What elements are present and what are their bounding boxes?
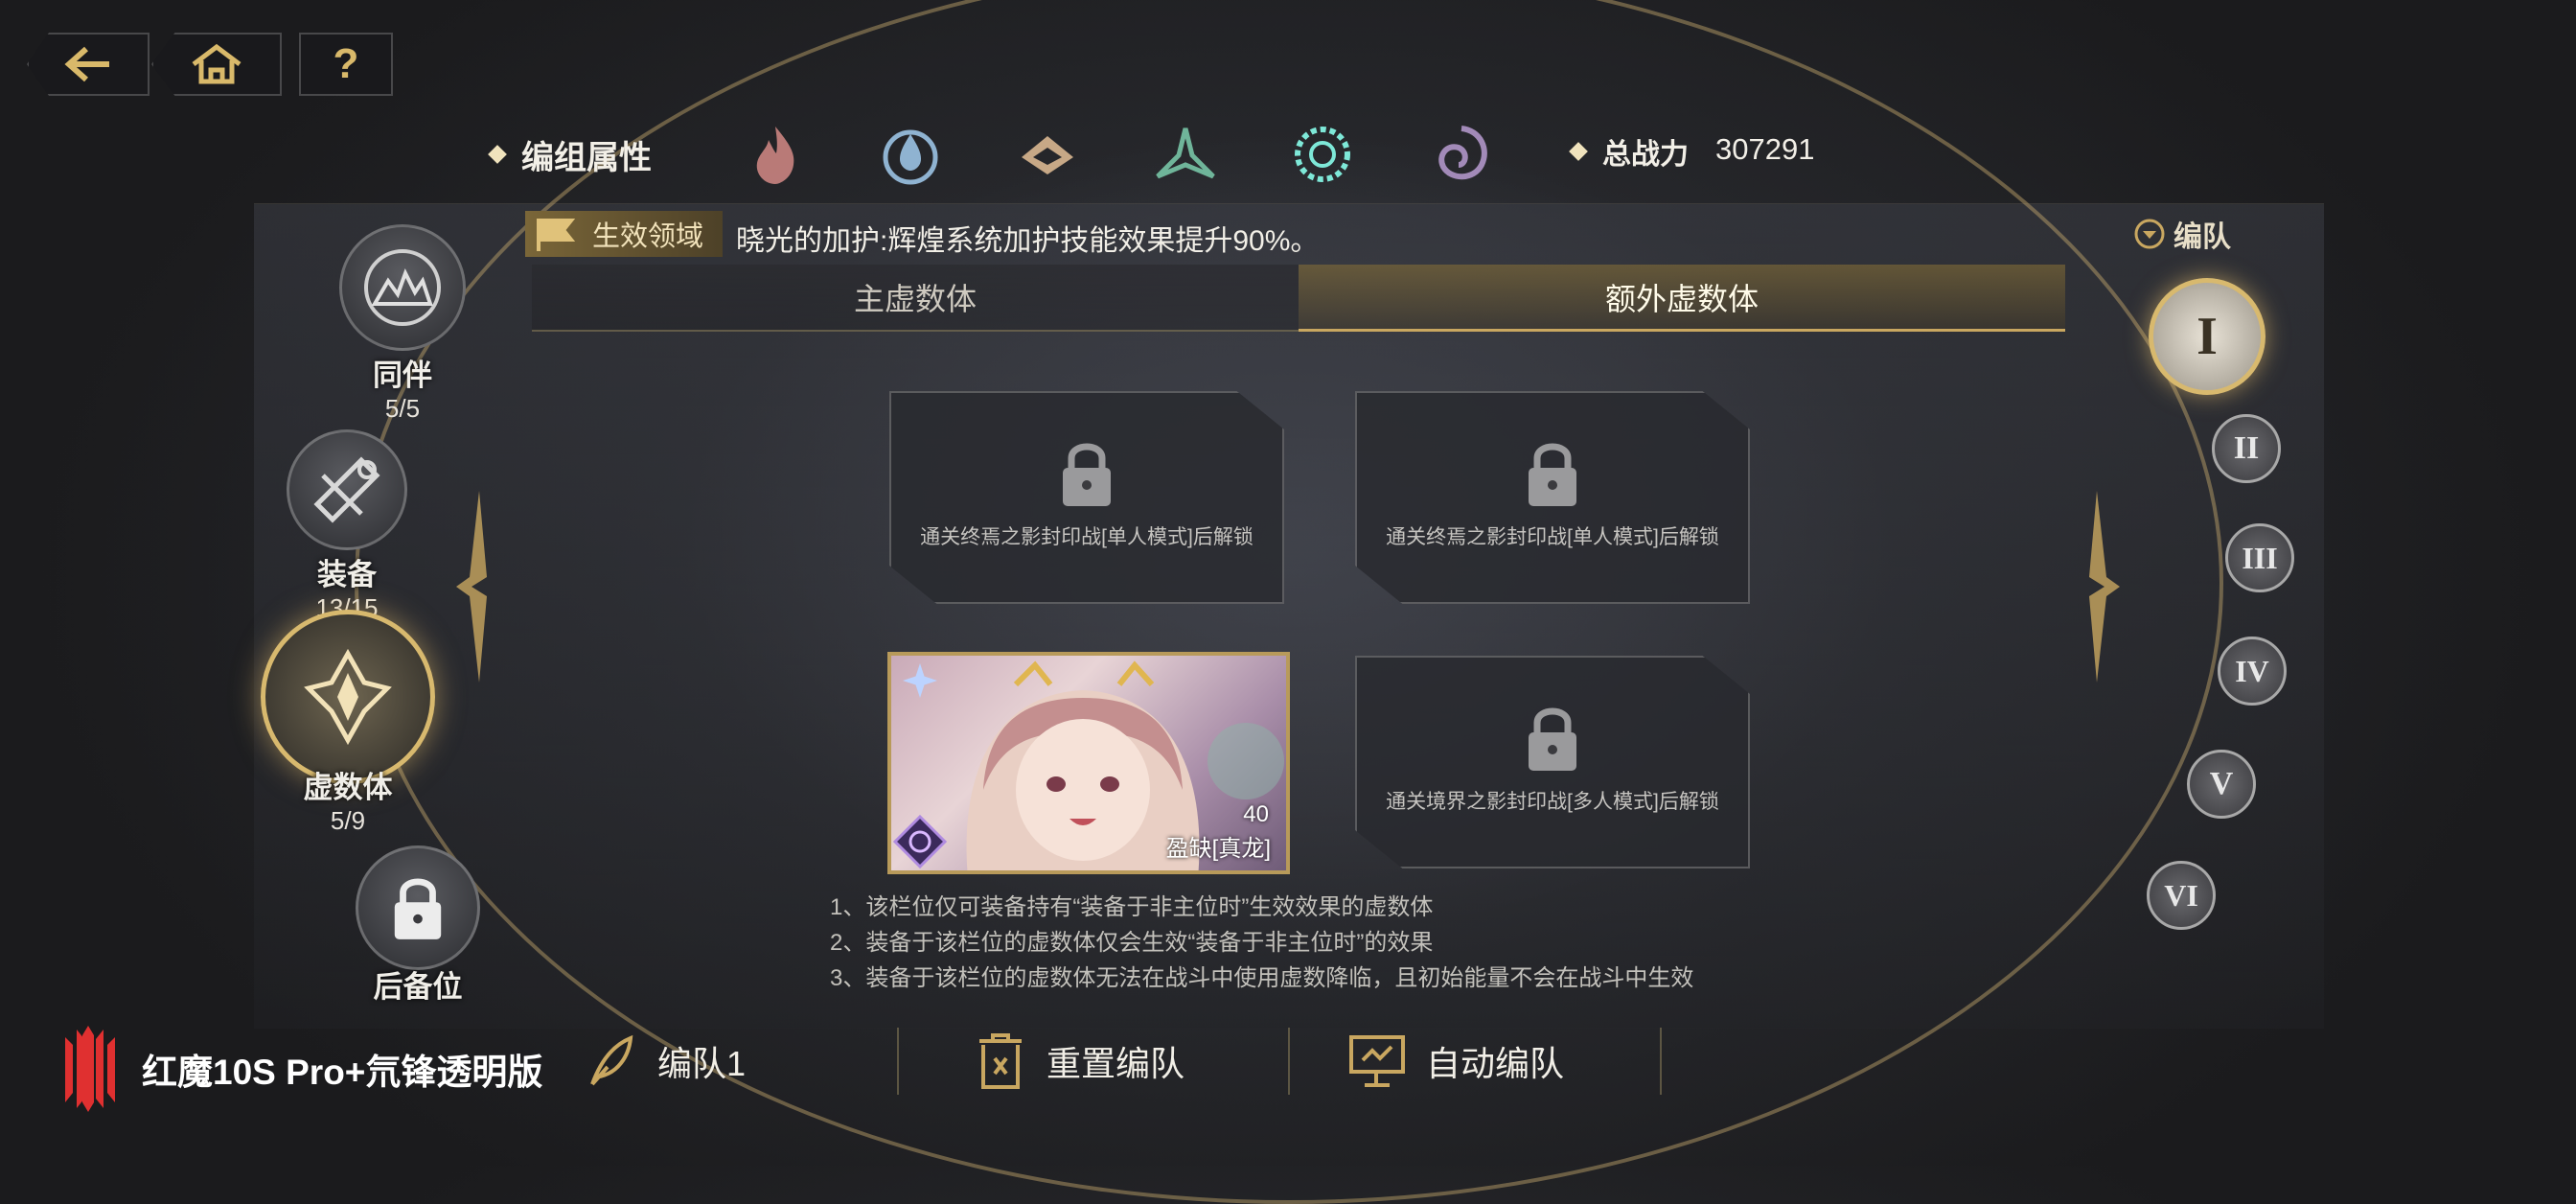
character-name: 盈缺[真龙] [1165, 836, 1271, 862]
slot-rules-notes: 1、该栏位仅可装备持有“装备于非主位时”生效效果的虚数体 2、装备于该栏位的虚数… [830, 890, 1693, 996]
team-name-button[interactable]: 编队1 [586, 1020, 746, 1102]
team-numeral: II [2233, 430, 2260, 466]
auto-assign-icon [1349, 1035, 1405, 1087]
companion-icon [339, 224, 466, 351]
slot-unlock-hint: 通关终焉之影封印战[单人模式]后解锁 [1386, 526, 1719, 548]
help-icon: ? [333, 40, 359, 87]
tab-bar: 主虚数体 额外虚数体 [532, 265, 2065, 332]
attribute-title: 编组属性 [521, 139, 652, 176]
home-icon [192, 43, 242, 84]
sidebar-item-equipment[interactable]: 装备 13/15 [284, 429, 410, 623]
domain-banner: 生效领域 [525, 211, 723, 257]
sidebar-item-companion[interactable]: 同伴 5/5 [337, 224, 468, 424]
lock-icon [1063, 443, 1111, 506]
sidebar-label: 后备位 [373, 970, 463, 1004]
note-line: 1、该栏位仅可装备持有“装备于非主位时”生效效果的虚数体 [830, 894, 1434, 920]
sidebar-label: 虚数体 [303, 771, 393, 804]
help-button[interactable]: ? [299, 33, 393, 96]
chevron-down-icon [2134, 219, 2165, 249]
red-magic-logo-icon [65, 1026, 115, 1112]
diamond-icon [488, 145, 507, 164]
watermark-text: 红魔10S Pro+氘锋透明版 [142, 1053, 543, 1092]
team-toggle[interactable]: 编队 [2133, 213, 2231, 255]
note-line: 2、装备于该栏位的虚数体仅会生效“装备于非主位时”的效果 [830, 930, 1434, 956]
team-name-label: 编队1 [657, 1044, 747, 1083]
character-level: 40 [1243, 801, 1269, 827]
team-button-2[interactable]: II [2212, 414, 2281, 483]
imaginary-icon [261, 610, 435, 784]
power-label: 总战力 [1602, 139, 1689, 171]
team-button-5[interactable]: V [2187, 750, 2256, 819]
back-arrow-icon [64, 46, 109, 82]
reset-team-label: 重置编队 [1046, 1044, 1185, 1083]
sidebar-label: 装备 [317, 558, 377, 591]
sidebar-item-reserve[interactable]: 后备位 [355, 845, 481, 1006]
earth-icon[interactable] [1014, 121, 1081, 188]
reserve-lock-icon [356, 845, 480, 970]
team-numeral: IV [2235, 653, 2269, 688]
right-ornament-icon [2089, 491, 2120, 683]
device-watermark: 红魔10S Pro+氘锋透明版 [59, 1026, 542, 1112]
slot-unlock-hint: 通关终焉之影封印战[单人模式]后解锁 [920, 526, 1254, 548]
attribute-row: 编组属性 [488, 121, 652, 188]
left-ornament-icon [456, 491, 487, 683]
reset-team-button[interactable]: 重置编队 [974, 1020, 1184, 1102]
slot-locked[interactable]: 通关终焉之影封印战[单人模式]后解锁 [889, 391, 1284, 604]
lock-icon [1529, 443, 1576, 506]
tab-extra-imaginary[interactable]: 额外虚数体 [1299, 265, 2065, 332]
tab-extra-label: 额外虚数体 [1604, 281, 1759, 316]
trash-icon [979, 1033, 1022, 1089]
team-numeral: III [2242, 540, 2278, 575]
tab-main-label: 主虚数体 [853, 282, 977, 316]
team-button-3[interactable]: III [2225, 523, 2294, 592]
auto-team-label: 自动编队 [1426, 1044, 1565, 1083]
team-numeral: V [2209, 766, 2234, 801]
team-numeral: VI [2164, 877, 2198, 913]
divider [897, 1028, 899, 1095]
total-power: 总战力 [1569, 130, 1689, 173]
diamond-icon [1569, 142, 1588, 161]
team-button-4[interactable]: IV [2218, 637, 2287, 706]
rank-star-icon [903, 663, 937, 698]
dark-element-badge-icon [893, 815, 947, 868]
divider [1288, 1028, 1290, 1095]
flag-icon [537, 219, 576, 251]
slot-locked[interactable]: 通关终焉之影封印战[单人模式]后解锁 [1355, 391, 1750, 604]
dark-icon[interactable] [1428, 121, 1495, 188]
domain-label: 生效领域 [592, 221, 704, 252]
water-icon[interactable] [877, 121, 944, 188]
lock-icon [1529, 707, 1576, 771]
sidebar-item-imaginary[interactable]: 虚数体 5/9 [259, 610, 437, 836]
fire-icon[interactable] [742, 121, 809, 188]
light-icon[interactable] [1289, 121, 1356, 188]
sidebar-count: 5/9 [330, 806, 366, 835]
auto-team-button[interactable]: 自动编队 [1347, 1020, 1564, 1102]
slot-locked[interactable]: 通关境界之影封印战[多人模式]后解锁 [1355, 656, 1750, 868]
equipped-imaginary-card[interactable]: 40 盈缺[真龙] [887, 652, 1290, 874]
equipment-icon [287, 429, 407, 550]
note-line: 3、装备于该栏位的虚数体无法在战斗中使用虚数降临，且初始能量不会在战斗中生效 [830, 965, 1694, 991]
wind-icon[interactable] [1152, 121, 1219, 188]
sidebar-label: 同伴 [373, 359, 432, 392]
team-button-1[interactable]: I [2149, 278, 2266, 395]
team-button-6[interactable]: VI [2147, 861, 2216, 930]
power-value: 307291 [1715, 132, 1815, 166]
feather-pen-icon [590, 1034, 633, 1086]
team-numeral: I [2196, 307, 2218, 366]
back-button[interactable] [27, 33, 150, 96]
divider [1660, 1028, 1662, 1095]
sidebar-count: 5/5 [384, 394, 421, 423]
slot-unlock-hint: 通关境界之影封印战[多人模式]后解锁 [1386, 791, 1719, 813]
home-button[interactable] [151, 33, 282, 96]
tab-main-imaginary[interactable]: 主虚数体 [532, 265, 1299, 332]
domain-effect-text: 晓光的加护:辉煌系统加护技能效果提升90%。 [736, 225, 1320, 257]
team-toggle-label: 编队 [2174, 221, 2231, 253]
